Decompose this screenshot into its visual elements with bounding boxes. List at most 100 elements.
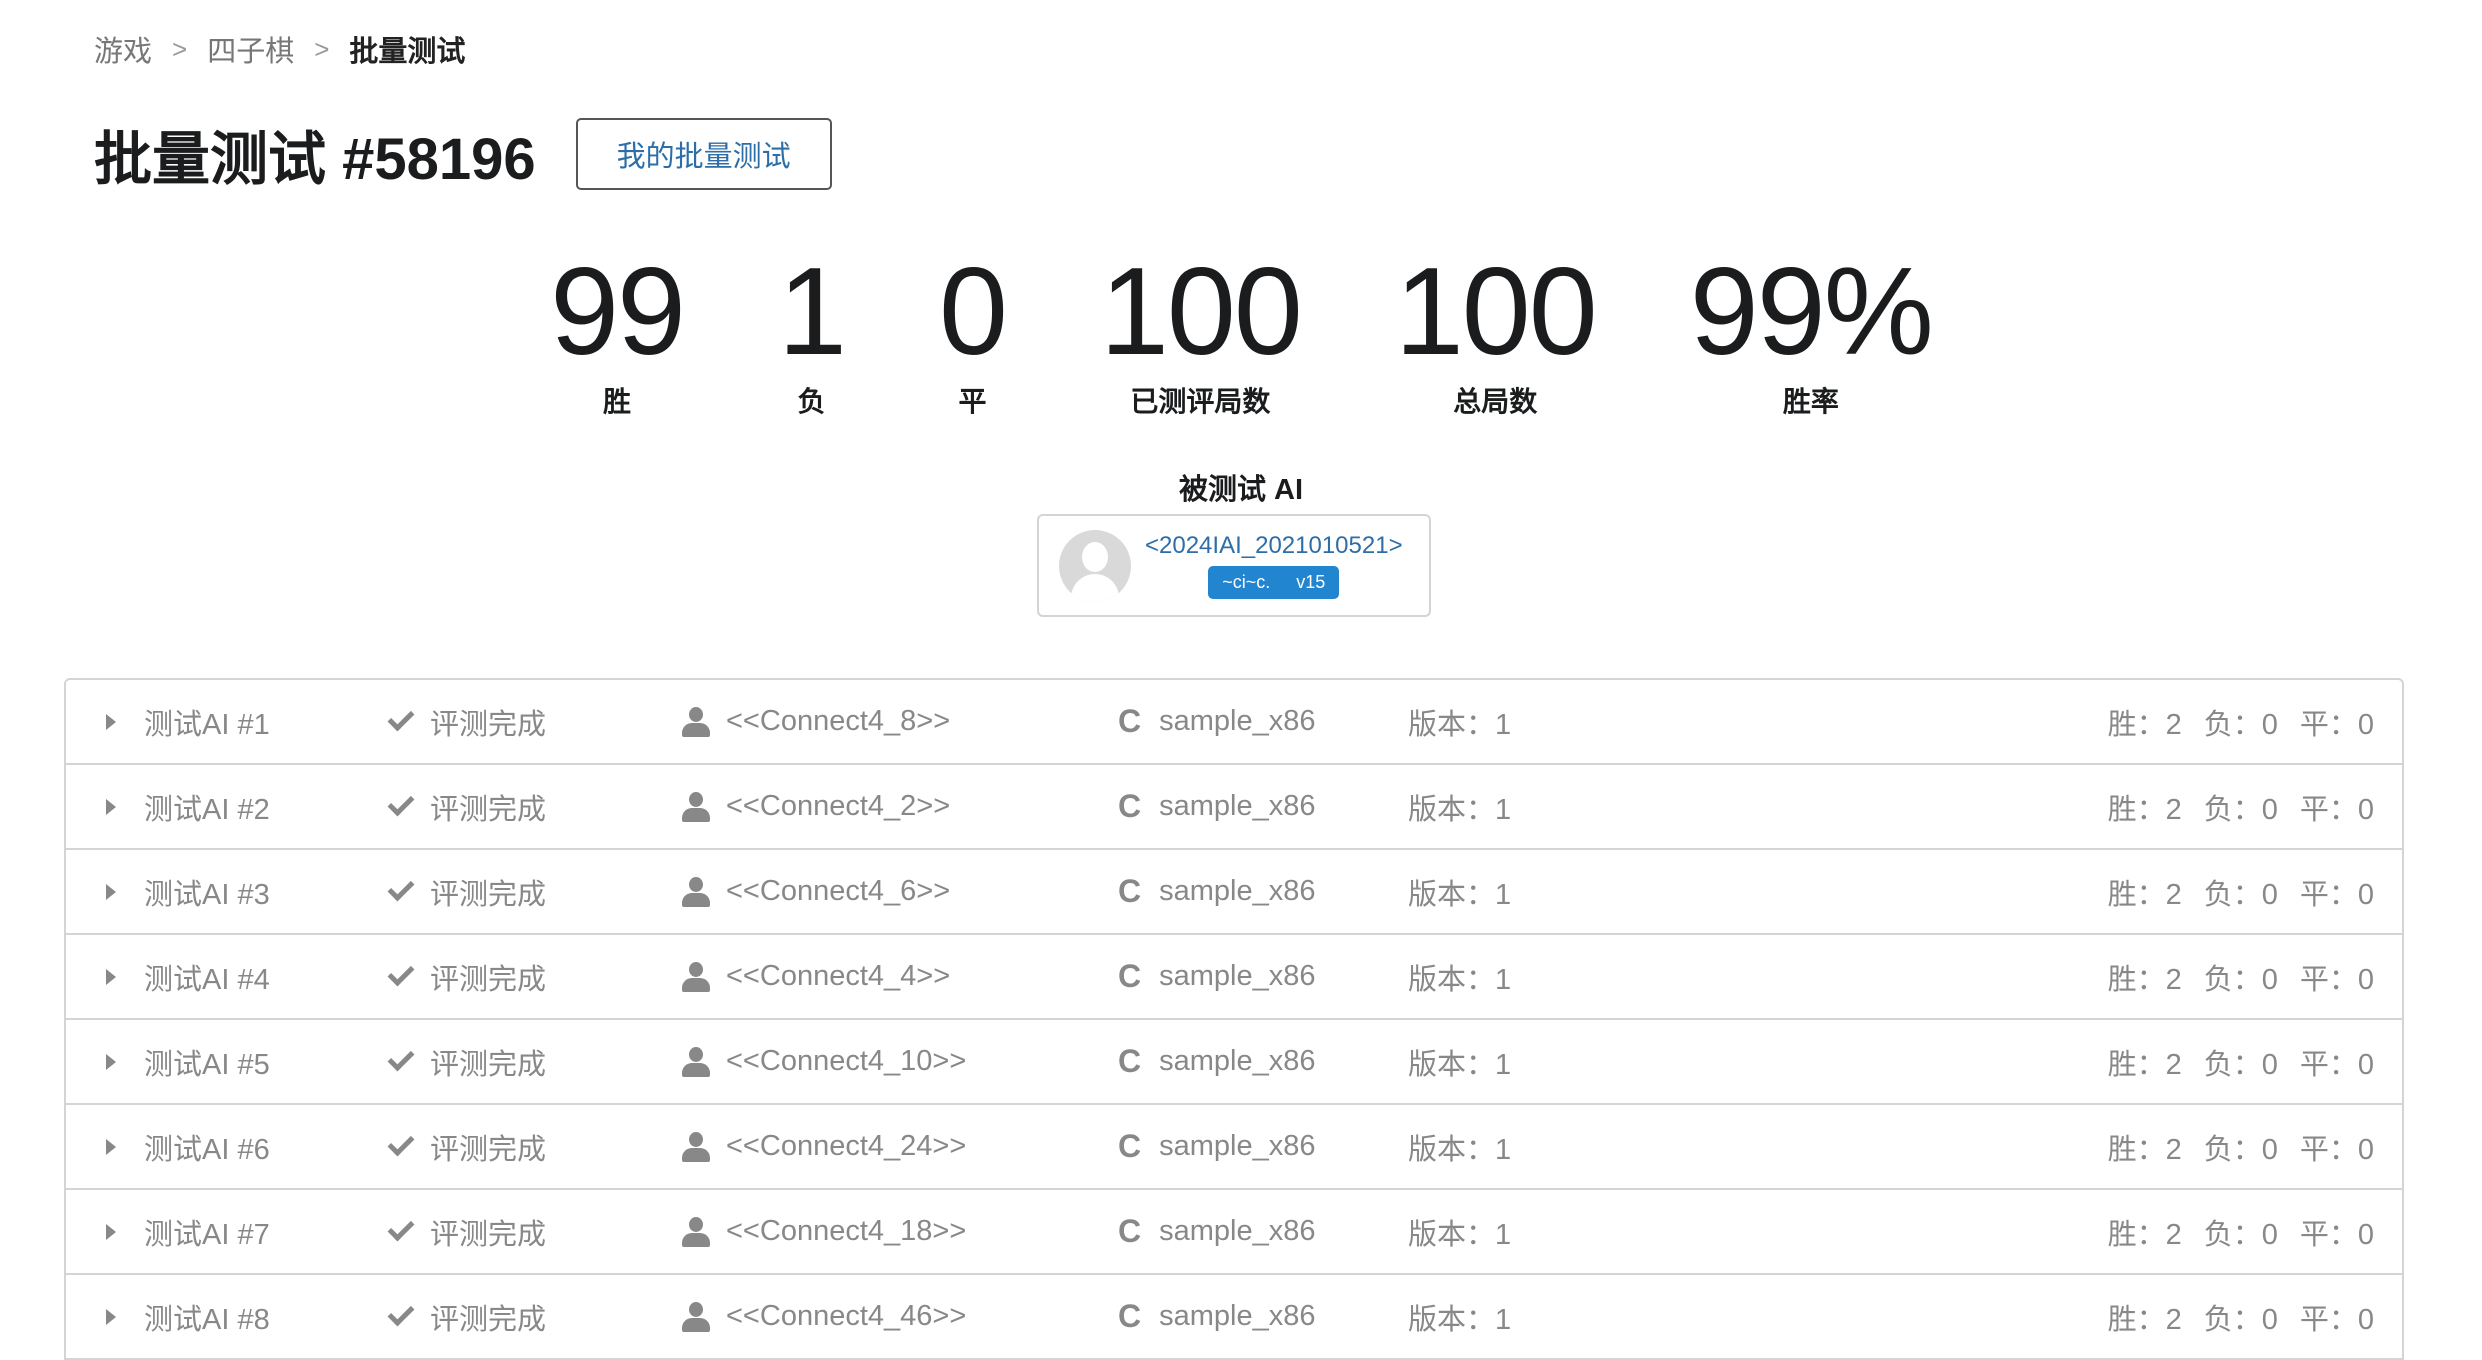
table-row-6[interactable]: 测试AI #6 评测完成 <<Connect4_24>> C sample_x8…: [66, 1105, 2402, 1190]
user-icon: [682, 1301, 710, 1332]
row-wins: 胜：2: [2107, 708, 2182, 741]
table-row-2[interactable]: 测试AI #2 评测完成 <<Connect4_2>> C sample_x86…: [66, 765, 2402, 850]
user-icon: [682, 791, 710, 822]
tested-ai-tag[interactable]: ~ci~c. v15: [1208, 566, 1340, 599]
status-text: 评测完成: [430, 708, 547, 741]
row-version: 版本：1: [1408, 1218, 1512, 1251]
language-text: sample_x86: [1159, 960, 1316, 992]
row-status: 评测完成: [387, 1126, 547, 1168]
language-text: sample_x86: [1159, 1300, 1316, 1332]
row-language: C sample_x86: [1118, 1213, 1315, 1250]
row-draws: 平：0: [2299, 878, 2374, 911]
row-owner: <<Connect4_10>>: [682, 1045, 966, 1078]
caret-right-icon[interactable]: [106, 798, 116, 815]
tested-ai-card: <2024IAI_2021010521> ~ci~c. v15: [1037, 514, 1431, 617]
check-icon: [387, 1129, 415, 1156]
stat-label: 已测评局数: [1130, 386, 1271, 417]
row-draws: 平：0: [2299, 1218, 2374, 1251]
row-wins: 胜：2: [2107, 878, 2182, 911]
c-language-icon: C: [1118, 1043, 1142, 1079]
row-losses: 负：0: [2203, 878, 2278, 911]
row-draws: 平：0: [2299, 1133, 2374, 1166]
row-title: 测试AI #4: [144, 963, 270, 996]
status-text: 评测完成: [430, 963, 547, 996]
owner-text: <<Connect4_24>>: [726, 1130, 967, 1162]
row-wins: 胜：2: [2107, 1218, 2182, 1251]
c-language-icon: C: [1118, 873, 1142, 909]
table-row-8[interactable]: 测试AI #8 评测完成 <<Connect4_46>> C sample_x8…: [66, 1275, 2402, 1360]
status-text: 评测完成: [430, 1048, 547, 1081]
caret-right-icon[interactable]: [106, 1053, 116, 1070]
row-status: 评测完成: [387, 701, 547, 743]
tag-version: v15: [1296, 572, 1326, 592]
breadcrumb-current: 批量测试: [349, 36, 466, 68]
stat-value: 99%: [1689, 243, 1934, 381]
owner-text: <<Connect4_46>>: [726, 1300, 967, 1332]
check-icon: [387, 959, 415, 986]
tested-ai-name-link[interactable]: <2024IAI_2021010521>: [1145, 532, 1403, 560]
stat-draws: 0 平: [939, 250, 1008, 420]
stat-evaluated-games: 100 已测评局数: [1099, 243, 1303, 420]
row-record: 胜：2 负：0 平：0: [2108, 1041, 2374, 1083]
row-wins: 胜：2: [2107, 1303, 2182, 1336]
owner-text: <<Connect4_4>>: [726, 960, 951, 992]
owner-text: <<Connect4_10>>: [726, 1045, 967, 1077]
row-version: 版本：1: [1408, 1133, 1512, 1166]
check-icon: [387, 1214, 415, 1241]
row-language: C sample_x86: [1118, 958, 1315, 995]
owner-text: <<Connect4_18>>: [726, 1215, 967, 1247]
row-losses: 负：0: [2203, 1133, 2278, 1166]
row-language: C sample_x86: [1118, 788, 1315, 825]
caret-right-icon[interactable]: [106, 1138, 116, 1155]
my-batch-tests-button[interactable]: 我的批量测试: [575, 118, 832, 190]
page-title: 批量测试 #58196: [94, 127, 536, 192]
caret-right-icon[interactable]: [106, 1308, 116, 1325]
breadcrumb-link-games[interactable]: 游戏: [94, 28, 152, 70]
stat-label: 胜: [603, 386, 632, 417]
row-draws: 平：0: [2299, 793, 2374, 826]
caret-right-icon[interactable]: [106, 883, 116, 900]
c-language-icon: C: [1118, 958, 1142, 994]
check-icon: [387, 704, 415, 731]
check-icon: [387, 1299, 415, 1326]
tag-user: ~ci~c.: [1222, 572, 1271, 592]
caret-right-icon[interactable]: [106, 713, 116, 730]
row-losses: 负：0: [2203, 1218, 2278, 1251]
table-row-5[interactable]: 测试AI #5 评测完成 <<Connect4_10>> C sample_x8…: [66, 1020, 2402, 1105]
breadcrumb: 游戏 > 四子棋 > 批量测试: [94, 28, 465, 70]
table-row-4[interactable]: 测试AI #4 评测完成 <<Connect4_4>> C sample_x86…: [66, 935, 2402, 1020]
row-version: 版本：1: [1408, 1048, 1512, 1081]
row-owner: <<Connect4_2>>: [682, 790, 950, 823]
c-language-icon: C: [1118, 1213, 1142, 1249]
stat-value: 100: [1099, 243, 1303, 381]
status-text: 评测完成: [430, 1133, 547, 1166]
caret-right-icon[interactable]: [106, 1223, 116, 1240]
row-draws: 平：0: [2299, 1303, 2374, 1336]
row-owner: <<Connect4_6>>: [682, 875, 950, 908]
table-row-1[interactable]: 测试AI #1 评测完成 <<Connect4_8>> C sample_x86…: [66, 680, 2402, 765]
table-row-7[interactable]: 测试AI #7 评测完成 <<Connect4_18>> C sample_x8…: [66, 1190, 2402, 1275]
row-record: 胜：2 负：0 平：0: [2108, 956, 2374, 998]
row-wins: 胜：2: [2107, 1133, 2182, 1166]
status-text: 评测完成: [430, 878, 547, 911]
status-text: 评测完成: [430, 1303, 547, 1336]
user-icon: [682, 876, 710, 907]
row-owner: <<Connect4_18>>: [682, 1215, 966, 1248]
language-text: sample_x86: [1159, 1215, 1316, 1247]
row-version: 版本：1: [1408, 878, 1512, 911]
language-text: sample_x86: [1159, 875, 1316, 907]
row-losses: 负：0: [2203, 708, 2278, 741]
row-losses: 负：0: [2203, 1303, 2278, 1336]
owner-text: <<Connect4_8>>: [726, 705, 951, 737]
stat-win-rate: 99% 胜率: [1689, 243, 1934, 420]
language-text: sample_x86: [1159, 705, 1316, 737]
row-title: 测试AI #6: [144, 1133, 270, 1166]
table-row-3[interactable]: 测试AI #3 评测完成 <<Connect4_6>> C sample_x86…: [66, 850, 2402, 935]
row-record: 胜：2 负：0 平：0: [2108, 1211, 2374, 1253]
row-record: 胜：2 负：0 平：0: [2108, 1296, 2374, 1338]
stats-summary: 99 胜 1 负 0 平 100 已测评局数 100 总局数 99% 胜率: [0, 250, 2482, 420]
row-record: 胜：2 负：0 平：0: [2108, 786, 2374, 828]
row-draws: 平：0: [2299, 1048, 2374, 1081]
caret-right-icon[interactable]: [106, 968, 116, 985]
breadcrumb-link-connect4[interactable]: 四子棋: [207, 28, 294, 70]
